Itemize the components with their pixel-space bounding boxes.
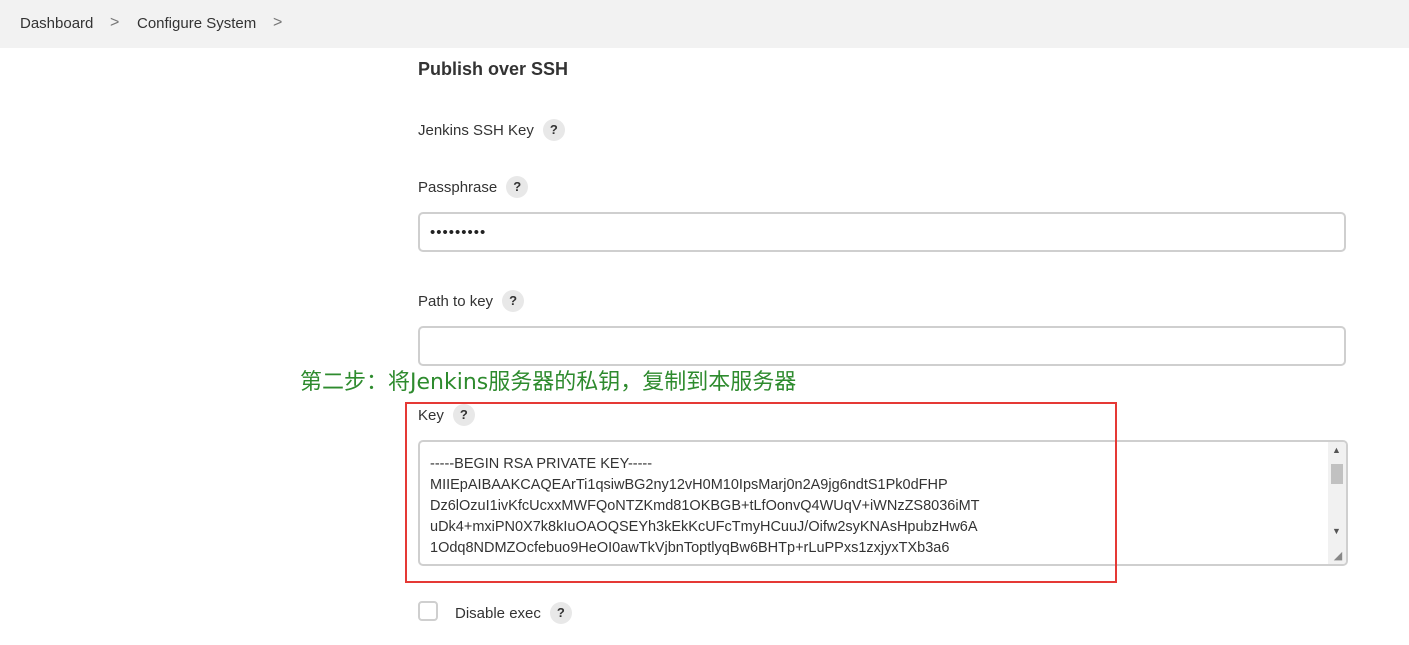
scroll-down-icon[interactable]: ▼ [1332, 526, 1341, 536]
help-icon[interactable]: ? [502, 290, 525, 312]
jenkins-ssh-key-label-row: Jenkins SSH Key ? [418, 119, 565, 141]
disable-exec-checkbox[interactable] [418, 601, 438, 621]
key-textarea[interactable]: -----BEGIN RSA PRIVATE KEY----- MIIEpAIB… [418, 440, 1348, 566]
key-textarea-content[interactable]: -----BEGIN RSA PRIVATE KEY----- MIIEpAIB… [430, 454, 1320, 559]
breadcrumb-dashboard[interactable]: Dashboard [20, 15, 93, 32]
path-to-key-label-row: Path to key ? [418, 290, 525, 312]
scroll-thumb[interactable] [1331, 464, 1343, 484]
chevron-right-icon: > [110, 14, 120, 31]
breadcrumb-configure-system[interactable]: Configure System [137, 15, 256, 32]
annotation-text: 第二步：将Jenkins服务器的私钥，复制到本服务器 [300, 370, 797, 395]
passphrase-label: Passphrase [418, 178, 498, 196]
section-title: Publish over SSH [418, 59, 569, 79]
chevron-right-icon[interactable]: > [273, 14, 282, 32]
passphrase-field[interactable] [418, 212, 1346, 252]
key-textarea-scrollbar[interactable]: ▲ ▼ [1328, 442, 1346, 564]
jenkins-ssh-key-label: Jenkins SSH Key [418, 121, 534, 139]
passphrase-label-row: Passphrase ? [418, 176, 529, 198]
scroll-up-icon[interactable]: ▲ [1332, 445, 1341, 455]
help-icon[interactable]: ? [542, 119, 565, 141]
help-icon[interactable]: ? [452, 404, 475, 426]
disable-exec-label-row: Disable exec ? [455, 602, 572, 624]
path-to-key-label: Path to key [418, 292, 494, 310]
help-icon[interactable]: ? [506, 176, 529, 198]
path-to-key-field[interactable] [418, 326, 1346, 366]
key-label: Key [418, 406, 444, 424]
help-icon[interactable]: ? [549, 602, 572, 624]
breadcrumb: Dashboard > Configure System > [0, 0, 1409, 48]
resize-handle-icon[interactable]: ◢ [1332, 550, 1344, 562]
key-label-row: Key ? [418, 404, 475, 426]
disable-exec-label[interactable]: Disable exec [455, 605, 541, 622]
